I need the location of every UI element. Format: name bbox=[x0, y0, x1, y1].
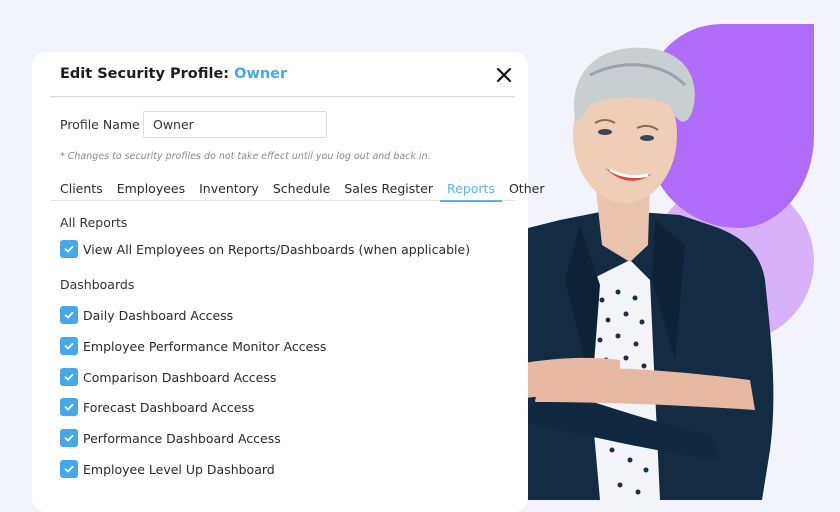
changes-note: * Changes to security profiles do not ta… bbox=[60, 151, 431, 162]
tab-sales-register[interactable]: Sales Register bbox=[337, 178, 440, 200]
section-all-reports: All Reports bbox=[60, 215, 128, 230]
section-dashboards: Dashboards bbox=[60, 277, 135, 292]
checkmark-icon bbox=[64, 245, 74, 253]
dialog-title-prefix: Edit Security Profile: bbox=[60, 66, 235, 82]
profile-name-input[interactable] bbox=[143, 111, 327, 138]
tab-schedule[interactable]: Schedule bbox=[266, 178, 337, 200]
checkbox-performance-dashboard[interactable]: Performance Dashboard Access bbox=[60, 429, 281, 447]
header-divider bbox=[50, 96, 515, 97]
close-icon bbox=[496, 67, 512, 83]
checkmark-icon bbox=[64, 434, 74, 442]
checkbox-label: View All Employees on Reports/Dashboards… bbox=[83, 241, 471, 257]
checkbox-checked[interactable] bbox=[60, 240, 78, 258]
checkbox-checked[interactable] bbox=[60, 306, 78, 324]
checkbox-label: Performance Dashboard Access bbox=[83, 430, 281, 446]
permission-tabs: Clients Employees Inventory Schedule Sal… bbox=[50, 178, 544, 202]
checkbox-comparison-dashboard[interactable]: Comparison Dashboard Access bbox=[60, 368, 276, 386]
checkbox-forecast-dashboard[interactable]: Forecast Dashboard Access bbox=[60, 398, 254, 416]
tab-employees[interactable]: Employees bbox=[110, 178, 192, 200]
checkbox-label: Daily Dashboard Access bbox=[83, 307, 234, 323]
checkmark-icon bbox=[64, 465, 74, 473]
tab-inventory[interactable]: Inventory bbox=[192, 178, 266, 200]
checkbox-employee-performance-monitor[interactable]: Employee Performance Monitor Access bbox=[60, 337, 326, 355]
checkmark-icon bbox=[64, 403, 74, 411]
checkbox-checked[interactable] bbox=[60, 460, 78, 478]
edit-security-profile-dialog: Edit Security Profile: Owner Profile Nam… bbox=[32, 52, 544, 512]
checkbox-label: Comparison Dashboard Access bbox=[83, 369, 277, 385]
checkbox-checked[interactable] bbox=[60, 429, 78, 447]
tab-clients[interactable]: Clients bbox=[50, 178, 110, 200]
checkbox-employee-level-up-dashboard[interactable]: Employee Level Up Dashboard bbox=[60, 460, 275, 478]
checkbox-checked[interactable] bbox=[60, 398, 78, 416]
checkbox-checked[interactable] bbox=[60, 368, 78, 386]
checkbox-label: Forecast Dashboard Access bbox=[83, 399, 255, 415]
checkbox-label: Employee Performance Monitor Access bbox=[83, 338, 327, 354]
checkmark-icon bbox=[64, 311, 74, 319]
checkbox-view-all-employees[interactable]: View All Employees on Reports/Dashboards… bbox=[60, 240, 470, 258]
checkmark-icon bbox=[64, 342, 74, 350]
dialog-title: Edit Security Profile: Owner bbox=[60, 66, 287, 82]
checkbox-label: Employee Level Up Dashboard bbox=[83, 461, 275, 477]
checkmark-icon bbox=[64, 373, 74, 381]
dialog-title-profile: Owner bbox=[234, 66, 288, 82]
tab-reports[interactable]: Reports bbox=[440, 178, 502, 202]
tab-other[interactable]: Other bbox=[502, 178, 552, 200]
close-button[interactable] bbox=[494, 65, 514, 85]
profile-name-label: Profile Name bbox=[60, 117, 140, 132]
checkbox-daily-dashboard[interactable]: Daily Dashboard Access bbox=[60, 306, 233, 324]
checkbox-checked[interactable] bbox=[60, 337, 78, 355]
